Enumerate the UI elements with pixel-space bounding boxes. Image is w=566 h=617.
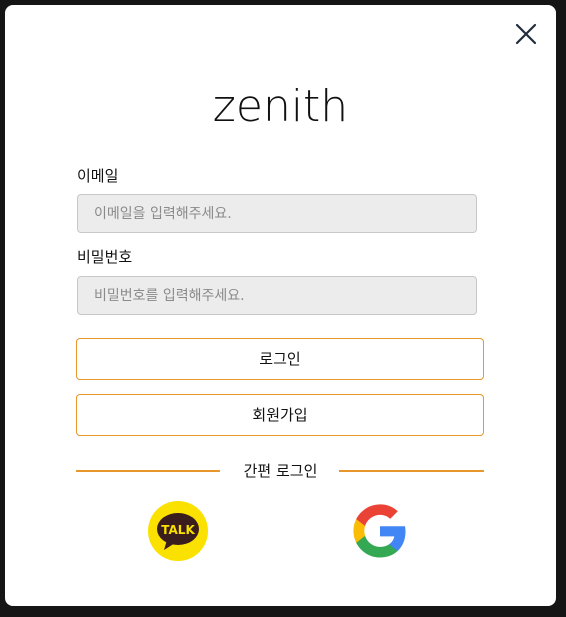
google-login-button[interactable]: [349, 500, 411, 562]
signup-button[interactable]: 회원가입: [76, 394, 484, 436]
kakao-talk-icon: TALK: [148, 501, 208, 561]
kakao-icon-text: TALK: [161, 523, 195, 537]
password-label: 비밀번호: [77, 248, 133, 266]
login-button[interactable]: 로그인: [76, 338, 484, 380]
kakao-login-button[interactable]: TALK: [147, 500, 209, 562]
app-logo: zenith: [212, 81, 349, 132]
google-icon: [353, 504, 406, 558]
email-label: 이메일: [77, 167, 119, 185]
login-modal: zenith 이메일 비밀번호 로그인 회원가입 간편 로그인 TALK: [5, 5, 556, 606]
email-field[interactable]: [77, 194, 477, 233]
close-button[interactable]: [513, 21, 539, 47]
divider-line-right: [339, 470, 484, 472]
password-field[interactable]: [77, 276, 477, 315]
close-icon: [515, 23, 537, 45]
